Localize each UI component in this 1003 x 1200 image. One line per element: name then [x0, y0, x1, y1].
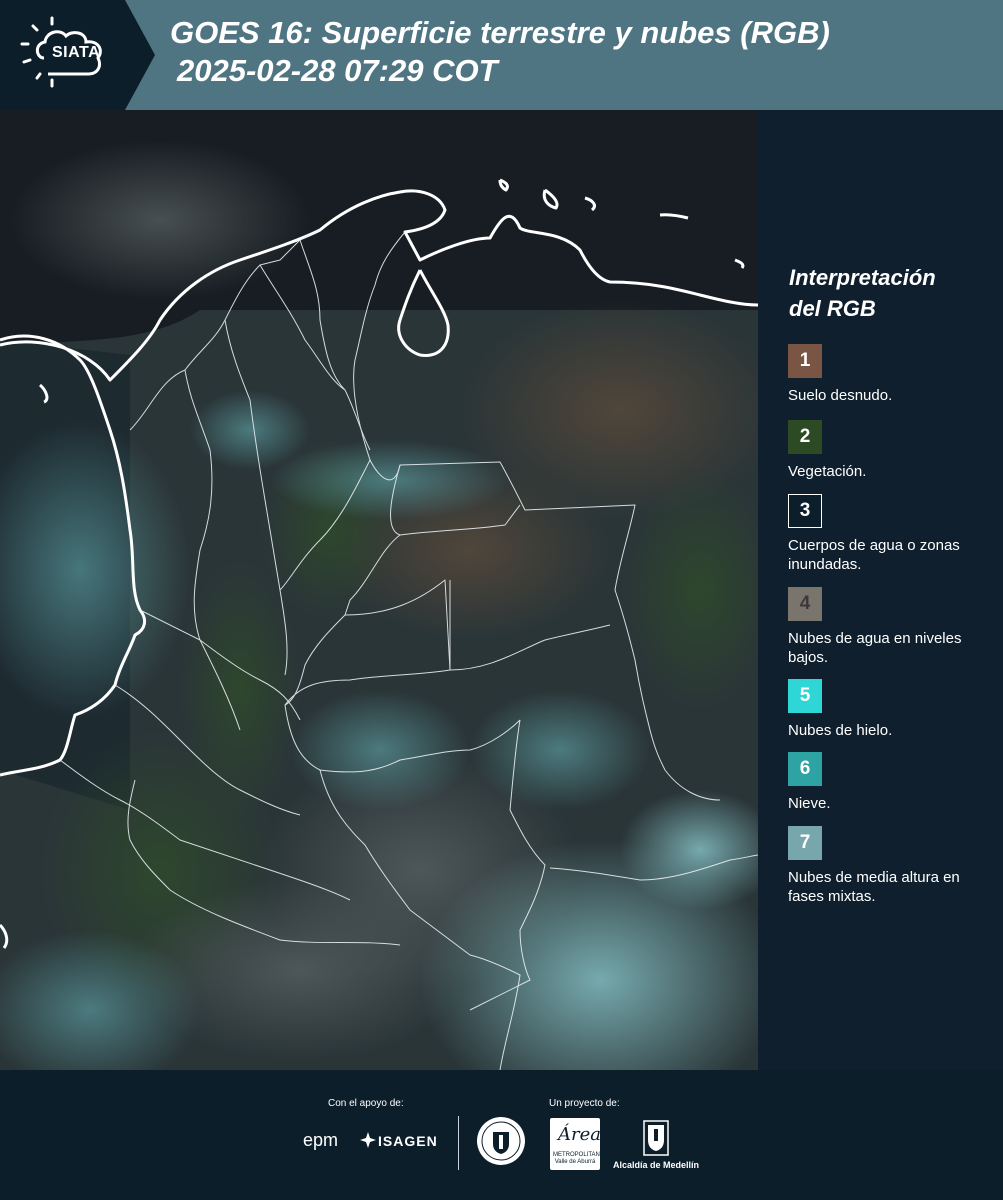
- legend-swatch-2: 2: [788, 420, 822, 454]
- legend-label-6: Nieve.: [788, 795, 831, 812]
- legend-swatch-5: 5: [788, 679, 822, 713]
- medellin-seal-icon[interactable]: [476, 1116, 526, 1166]
- epm-logo[interactable]: epm: [303, 1130, 338, 1151]
- isagen-star-icon: [360, 1132, 376, 1148]
- siata-logo[interactable]: SIATA: [0, 0, 155, 110]
- area-logo-main: Área: [558, 1124, 601, 1145]
- legend-item-7: 7 Nubes de media altura en fases mixtas.: [788, 826, 978, 906]
- footer-divider: [458, 1116, 459, 1170]
- legend-title: Interpretación del RGB: [789, 262, 989, 324]
- legend-title-line1: Interpretación: [789, 265, 936, 290]
- legend-swatch-6: 6: [788, 752, 822, 786]
- legend-swatch-4: 4: [788, 587, 822, 621]
- legend-item-3: 3 Cuerpos de agua o zonas inundadas.: [788, 494, 978, 574]
- legend-label-7: Nubes de media altura en fases mixtas.: [788, 869, 960, 905]
- project-label: Un proyecto de:: [549, 1098, 620, 1109]
- support-label: Con el apoyo de:: [328, 1098, 404, 1109]
- area-metropolitana-logo[interactable]: Área METROPOLITANA Valle de Aburrá: [550, 1118, 604, 1170]
- legend-item-2: 2 Vegetación.: [788, 420, 978, 481]
- area-logo-sub: METROPOLITANA Valle de Aburrá: [553, 1152, 604, 1165]
- siata-logo-text: SIATA: [52, 44, 101, 61]
- legend-label-4: Nubes de agua en niveles bajos.: [788, 630, 962, 666]
- footer-bar: Con el apoyo de: Un proyecto de: epm ISA…: [0, 1070, 1003, 1200]
- legend-item-4: 4 Nubes de agua en niveles bajos.: [788, 587, 978, 667]
- legend-label-2: Vegetación.: [788, 463, 867, 480]
- legend-label-1: Suelo desnudo.: [788, 387, 893, 404]
- legend-item-6: 6 Nieve.: [788, 752, 978, 813]
- legend-swatch-3: 3: [788, 494, 822, 528]
- header-bar: SIATA GOES 16: Superficie terrestre y nu…: [0, 0, 1003, 110]
- legend-swatch-7: 7: [788, 826, 822, 860]
- alcaldia-logo-text[interactable]: Alcaldía de Medellín: [613, 1160, 699, 1170]
- rgb-legend-panel: Interpretación del RGB 1 Suelo desnudo. …: [758, 110, 1003, 1070]
- satellite-image: [0, 110, 758, 1070]
- legend-swatch-1: 1: [788, 344, 822, 378]
- title-line1: GOES 16: Superficie terrestre y nubes (R…: [170, 15, 830, 50]
- title-timestamp: 2025-02-28 07:29 COT: [177, 53, 498, 88]
- legend-item-1: 1 Suelo desnudo.: [788, 344, 978, 405]
- alcaldia-shield-icon: [643, 1120, 669, 1156]
- legend-label-5: Nubes de hielo.: [788, 722, 893, 739]
- isagen-logo[interactable]: ISAGEN: [378, 1133, 438, 1149]
- legend-title-line2: del RGB: [789, 296, 876, 321]
- satellite-map[interactable]: [0, 110, 758, 1070]
- legend-item-5: 5 Nubes de hielo.: [788, 679, 978, 740]
- page-title: GOES 16: Superficie terrestre y nubes (R…: [170, 14, 830, 90]
- legend-label-3: Cuerpos de agua o zonas inundadas.: [788, 537, 960, 573]
